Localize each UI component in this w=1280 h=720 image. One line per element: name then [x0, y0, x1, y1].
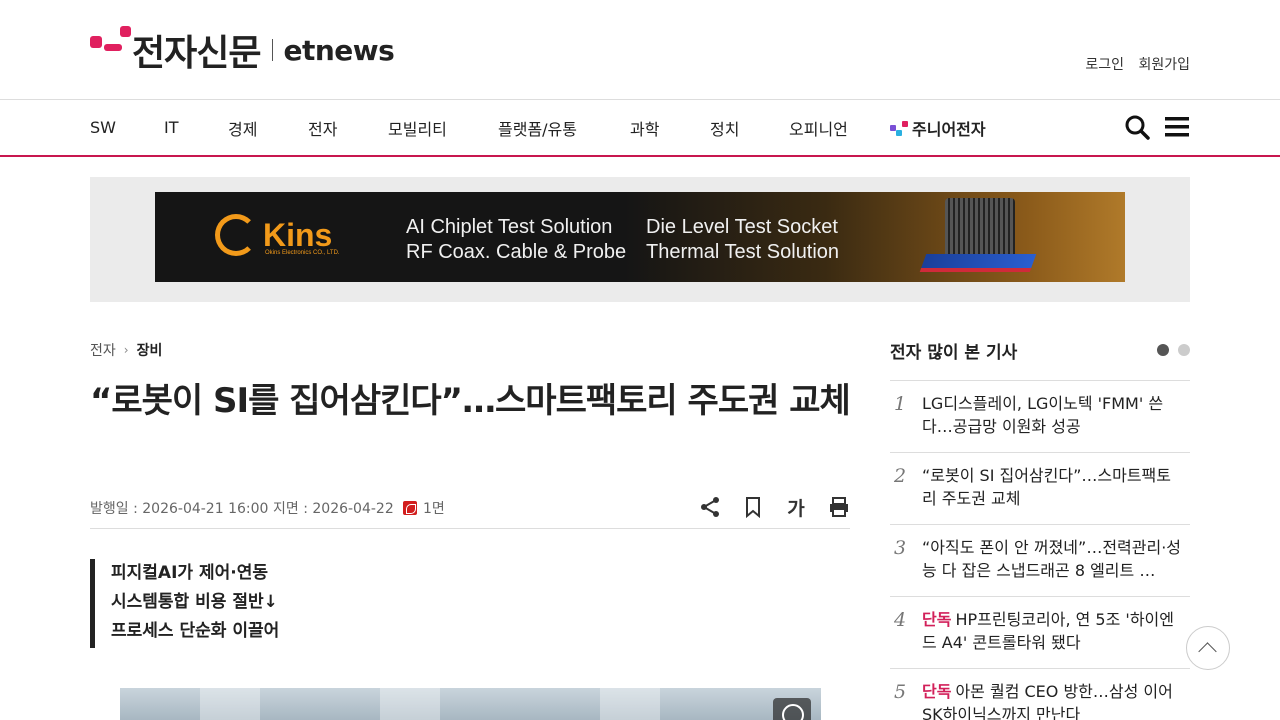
nav-item-opinion[interactable]: 오피니언 [789, 116, 848, 140]
nav-item-it[interactable]: IT [164, 118, 179, 137]
hamburger-menu-icon[interactable] [1164, 114, 1190, 140]
site-header: 전자신문 etnews 로그인 회원가입 [0, 0, 1280, 100]
article-summary: 피지컬AI가 제어·연동 시스템통합 비용 절반↓ 프로세스 단순화 이끌어 [90, 559, 850, 648]
list-item[interactable]: 4 단독 HP프린팅코리아, 연 5조 '하이엔드 A4' 콘트롤타워 됐다 [890, 597, 1190, 669]
ad-line-2b: Thermal Test Solution [646, 241, 840, 263]
ad-line-1b: RF Coax. Cable & Probe [406, 241, 627, 263]
account-links: 로그인 회원가입 [1075, 54, 1190, 74]
print-date: 지면 : 2026-04-22 [273, 501, 394, 517]
site-logo[interactable]: 전자신문 etnews [90, 26, 395, 74]
ad-brand-sub: Okins Electronics CO., LTD. [265, 250, 340, 256]
list-item-title: 단독 아몬 퀄컴 CEO 방한…삼성 이어 SK하이닉스까지 만난다 [922, 680, 1182, 720]
nav-item-politics[interactable]: 정치 [710, 116, 739, 140]
article-headline: “로봇이 SI를 집어삼킨다”…스마트팩토리 주도권 교체 [90, 381, 851, 421]
print-page-link[interactable]: 1면 [403, 498, 445, 518]
rank-number: 3 [894, 537, 907, 559]
ad-banner[interactable]: Kins Okins Electronics CO., LTD. AI Chip… [155, 192, 1125, 282]
signup-link[interactable]: 회원가입 [1138, 57, 1190, 73]
print-icon[interactable] [828, 496, 850, 518]
list-item-title: “아직도 폰이 안 꺼졌네”…전력관리·성능 다 잡은 스냅드래곤 8 엘리트 … [922, 538, 1182, 580]
cooler-image [945, 198, 1015, 260]
search-icon[interactable] [1124, 114, 1150, 140]
exclusive-badge: 단독 [922, 682, 952, 701]
bookmark-icon[interactable] [742, 496, 764, 518]
list-item[interactable]: 1 LG디스플레이, LG이노텍 'FMM' 쓴다…공급망 이원화 성공 [890, 381, 1190, 453]
sidebar-header: 전자 많이 본 기사 [890, 338, 1190, 363]
list-item-title: 단독 HP프린팅코리아, 연 5조 '하이엔드 A4' 콘트롤타워 됐다 [922, 608, 1182, 654]
most-read-list: 1 LG디스플레이, LG이노텍 'FMM' 쓴다…공급망 이원화 성공 2 “… [890, 380, 1190, 720]
article-meta: 발행일 : 2026-04-21 16:00 지면 : 2026-04-22 1… [90, 496, 850, 529]
nav-item-platform[interactable]: 플랫폼/유통 [498, 116, 577, 140]
sidebar-title: 전자 많이 본 기사 [890, 342, 1018, 363]
nav-item-sw[interactable]: SW [90, 118, 116, 137]
chevron-right-icon: › [123, 343, 129, 357]
scroll-to-top-button[interactable] [1186, 626, 1230, 670]
summary-line: 시스템통합 비용 절반↓ [111, 592, 278, 612]
main-nav: SW IT 경제 전자 모빌리티 플랫폼/유통 과학 정치 오피니언 주니어전자 [0, 100, 1280, 157]
exclusive-badge: 단독 [922, 610, 952, 629]
article-header: 전자 › 장비 [90, 340, 850, 360]
list-item[interactable]: 5 단독 아몬 퀄컴 CEO 방한…삼성 이어 SK하이닉스까지 만난다 [890, 669, 1190, 720]
logo-divider [272, 39, 274, 61]
summary-line: 프로세스 단순화 이끌어 [111, 621, 280, 641]
rank-number: 4 [894, 609, 907, 631]
list-item-title-text: HP프린팅코리아, 연 5조 '하이엔드 A4' 콘트롤타워 됐다 [922, 610, 1174, 652]
zoom-in-icon[interactable] [773, 698, 811, 720]
share-icon[interactable] [699, 496, 721, 518]
logo-mark-icon [90, 26, 132, 74]
nav-item-economy[interactable]: 경제 [228, 116, 257, 140]
rank-number: 5 [894, 681, 907, 703]
list-item[interactable]: 3 “아직도 폰이 안 꺼졌네”…전력관리·성능 다 잡은 스냅드래곤 8 엘리… [890, 525, 1190, 597]
ad-banner-area: Kins Okins Electronics CO., LTD. AI Chip… [90, 177, 1190, 302]
logo-text-ko: 전자신문 [132, 33, 261, 74]
ad-line-2a: Die Level Test Socket [646, 216, 838, 238]
pdf-icon [403, 501, 417, 515]
board-image [919, 254, 1037, 272]
nav-item-junior-label: 주니어전자 [912, 119, 986, 139]
logo-text-en: etnews [283, 33, 395, 67]
font-size-button[interactable]: 가 [785, 496, 807, 520]
breadcrumb-current[interactable]: 장비 [137, 340, 163, 360]
breadcrumb: 전자 › 장비 [90, 340, 850, 360]
junior-logo-icon [890, 120, 910, 137]
nav-icons [1110, 114, 1190, 140]
breadcrumb-parent[interactable]: 전자 [90, 340, 116, 360]
article-photo [120, 688, 821, 720]
nav-item-junior[interactable]: 주니어전자 [890, 116, 986, 140]
nav-item-electronics[interactable]: 전자 [308, 116, 337, 140]
rank-number: 2 [894, 465, 907, 487]
nav-item-mobility[interactable]: 모빌리티 [388, 116, 447, 140]
list-item-title: “로봇이 SI 집어삼킨다”…스마트팩토리 주도권 교체 [922, 466, 1171, 508]
list-item-title-text: 아몬 퀄컴 CEO 방한…삼성 이어 SK하이닉스까지 만난다 [922, 682, 1173, 720]
nav-item-science[interactable]: 과학 [630, 116, 659, 140]
article-tools: 가 [678, 496, 850, 520]
rank-number: 1 [894, 393, 907, 415]
summary-line: 피지컬AI가 제어·연동 [111, 563, 268, 583]
carousel-dots [1148, 344, 1190, 356]
carousel-dot-2[interactable] [1178, 344, 1190, 356]
list-item[interactable]: 2 “로봇이 SI 집어삼킨다”…스마트팩토리 주도권 교체 [890, 453, 1190, 525]
ad-line-1a: AI Chiplet Test Solution [406, 216, 613, 238]
carousel-dot-1[interactable] [1157, 344, 1169, 356]
list-item-title: LG디스플레이, LG이노텍 'FMM' 쓴다…공급망 이원화 성공 [922, 394, 1164, 436]
print-page: 1면 [423, 501, 445, 517]
ad-brand-name: Kins [263, 216, 333, 253]
login-link[interactable]: 로그인 [1085, 57, 1124, 73]
publish-date: 발행일 : 2026-04-21 16:00 [90, 501, 269, 517]
brand-circle-icon [215, 214, 257, 256]
most-read-sidebar: 전자 많이 본 기사 1 LG디스플레이, LG이노텍 'FMM' 쓴다…공급망… [890, 338, 1190, 720]
